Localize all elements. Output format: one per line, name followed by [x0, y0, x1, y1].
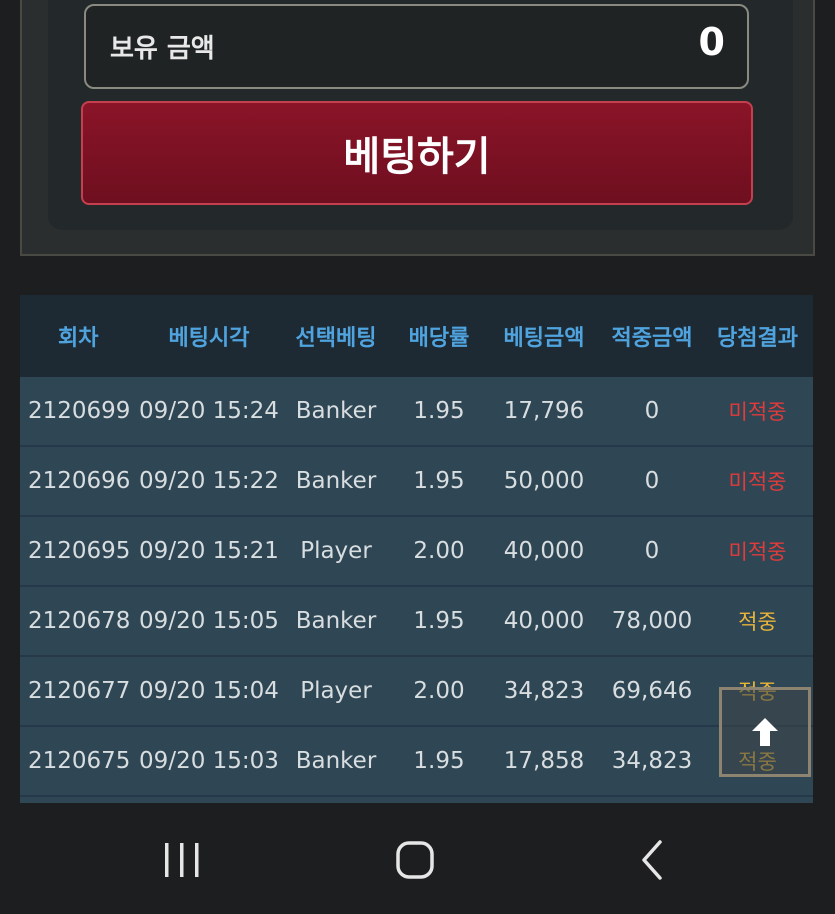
cell-win-amount: 0 — [644, 398, 660, 424]
cell-bet-time: 09/20 15:24 — [139, 398, 279, 424]
cell-odds: 1.95 — [413, 748, 465, 774]
balance-label: 보유 금액 — [110, 34, 215, 64]
cell-win-amount: 34,823 — [611, 748, 693, 774]
cell-round: 2120678 — [28, 608, 131, 634]
bet-history-table: 회차 베팅시각 선택베팅 배당률 베팅금액 적중금액 당첨결과 2120699 … — [20, 295, 813, 803]
cell-odds: 1.95 — [413, 608, 465, 634]
cell-result: 미적중 — [728, 540, 787, 564]
table-row: 2120695 09/20 15:21 Player 2.00 40,000 0… — [20, 517, 813, 587]
balance-box: 보유 금액 0 — [84, 4, 749, 89]
recent-apps-icon — [165, 843, 199, 877]
cell-bet-amount: 17,796 — [503, 398, 585, 424]
home-icon — [396, 841, 434, 879]
cell-selection: Banker — [295, 608, 377, 634]
back-icon — [642, 840, 662, 880]
cell-selection: Banker — [295, 748, 377, 774]
cell-odds: 1.95 — [413, 398, 465, 424]
balance-value: 0 — [698, 20, 725, 64]
back-button[interactable] — [616, 835, 686, 885]
cell-odds: 2.00 — [413, 678, 465, 704]
recent-apps-button[interactable] — [147, 835, 217, 885]
scroll-top-button[interactable] — [719, 687, 811, 777]
cell-bet-amount: 34,823 — [503, 678, 585, 704]
cell-bet-time: 09/20 15:03 — [139, 748, 279, 774]
cell-bet-time: 09/20 15:22 — [139, 468, 279, 494]
cell-selection: Player — [300, 538, 372, 564]
cell-win-amount: 0 — [644, 468, 660, 494]
table-header: 회차 베팅시각 선택베팅 배당률 베팅금액 적중금액 당첨결과 — [20, 295, 813, 377]
header-round: 회차 — [58, 326, 99, 351]
cell-round: 2120699 — [28, 398, 131, 424]
cell-round: 2120677 — [28, 678, 131, 704]
table-row: 2120696 09/20 15:22 Banker 1.95 50,000 0… — [20, 447, 813, 517]
cell-bet-amount: 40,000 — [503, 538, 585, 564]
cell-bet-amount: 40,000 — [503, 608, 585, 634]
cell-bet-time: 09/20 15:21 — [139, 538, 279, 564]
cell-round: 2120675 — [28, 748, 131, 774]
header-result: 당첨결과 — [717, 326, 798, 351]
cell-bet-amount: 17,858 — [503, 748, 585, 774]
home-button[interactable] — [380, 835, 450, 885]
header-win-amount: 적중금액 — [611, 326, 693, 351]
table-row: 2120675 09/20 15:03 Banker 1.95 17,858 3… — [20, 727, 813, 797]
bet-button[interactable]: 베팅하기 — [81, 101, 753, 205]
table-row: 2120678 09/20 15:05 Banker 1.95 40,000 7… — [20, 587, 813, 657]
cell-win-amount: 0 — [644, 538, 660, 564]
table-row: 2120677 09/20 15:04 Player 2.00 34,823 6… — [20, 657, 813, 727]
cell-result: 미적중 — [728, 470, 787, 494]
android-nav-bar — [0, 805, 835, 914]
cell-odds: 2.00 — [413, 538, 465, 564]
cell-odds: 1.95 — [413, 468, 465, 494]
cell-result: 적중 — [738, 610, 777, 634]
cell-round: 2120695 — [28, 538, 131, 564]
cell-bet-time: 09/20 15:04 — [139, 678, 279, 704]
cell-bet-time: 09/20 15:05 — [139, 608, 279, 634]
header-odds: 배당률 — [408, 326, 470, 351]
cell-result: 미적중 — [728, 400, 787, 424]
header-bet-time: 베팅시각 — [168, 326, 250, 351]
cell-selection: Banker — [295, 468, 377, 494]
cell-bet-amount: 50,000 — [503, 468, 585, 494]
cell-win-amount: 78,000 — [611, 608, 693, 634]
header-bet-amount: 베팅금액 — [503, 326, 585, 351]
cell-win-amount: 69,646 — [611, 678, 693, 704]
header-selection: 선택베팅 — [295, 326, 377, 351]
cell-selection: Banker — [295, 398, 377, 424]
arrow-up-icon — [752, 718, 778, 746]
table-row: 2120699 09/20 15:24 Banker 1.95 17,796 0… — [20, 377, 813, 447]
cell-selection: Player — [300, 678, 372, 704]
cell-round: 2120696 — [28, 468, 131, 494]
